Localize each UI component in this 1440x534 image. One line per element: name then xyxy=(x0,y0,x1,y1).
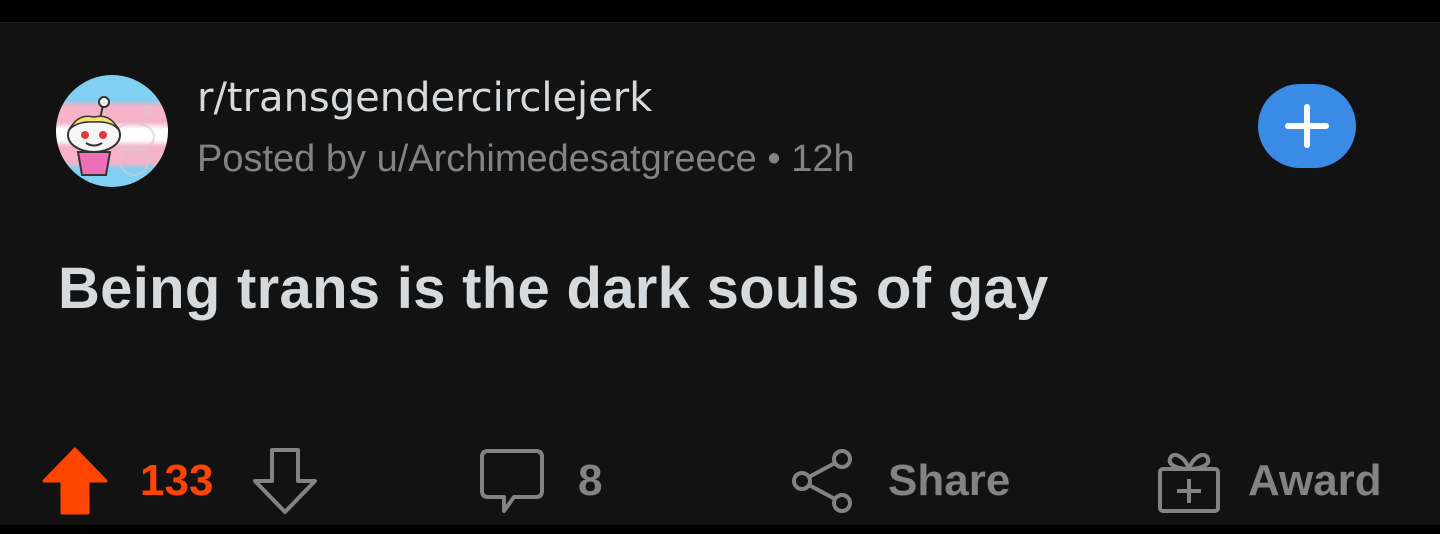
posted-by-label: Posted by xyxy=(197,138,366,180)
comments-button[interactable]: 8 xyxy=(478,443,602,519)
share-label: Share xyxy=(888,456,1011,505)
downvote-arrow-icon xyxy=(252,447,318,515)
author-link[interactable]: u/Archimedesatgreece xyxy=(377,138,757,180)
share-icon xyxy=(790,447,854,515)
plus-icon xyxy=(1285,104,1329,148)
upvote-arrow-icon xyxy=(42,447,108,515)
gift-icon xyxy=(1156,447,1222,515)
post-title[interactable]: Being trans is the dark souls of gay xyxy=(58,255,1049,322)
share-button[interactable]: Share xyxy=(790,443,1010,519)
upvote-button[interactable] xyxy=(42,443,108,519)
vote-count: 133 xyxy=(140,456,214,505)
subreddit-name[interactable]: r/transgendercirclejerk xyxy=(197,75,652,121)
award-button[interactable]: Award xyxy=(1156,443,1382,519)
award-label: Award xyxy=(1248,456,1382,505)
meta-separator: • xyxy=(767,138,781,180)
downvote-button[interactable] xyxy=(252,443,318,519)
comment-count: 8 xyxy=(578,456,603,505)
post-age: 12h xyxy=(791,138,855,180)
comment-bubble-icon xyxy=(478,447,546,515)
join-button[interactable] xyxy=(1258,84,1356,168)
subreddit-avatar-icon[interactable] xyxy=(56,75,168,187)
post-meta: Posted by u/Archimedesatgreece • 12h xyxy=(197,138,855,181)
post-card[interactable]: r/transgendercirclejerk Posted by u/Arch… xyxy=(0,22,1440,525)
